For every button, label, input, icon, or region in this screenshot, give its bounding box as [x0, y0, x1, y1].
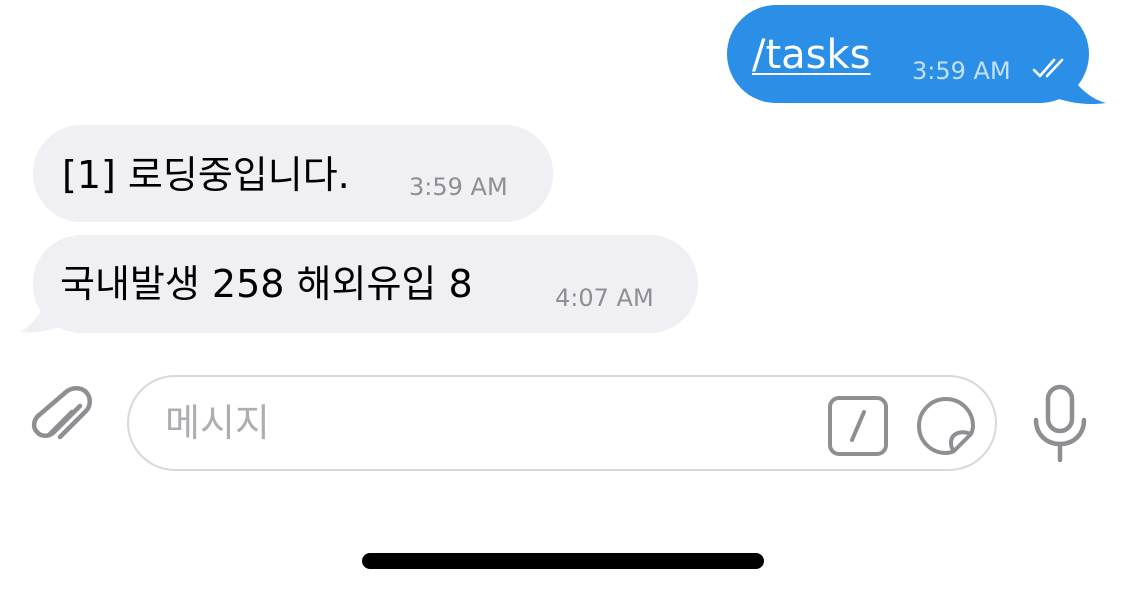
incoming-message-bubble[interactable]: [1] 로딩중입니다. 3:59 AM	[33, 125, 553, 222]
incoming-message-bubble[interactable]: 국내발생 258 해외유입 8 4:07 AM	[33, 235, 698, 333]
slash-command-icon[interactable]	[827, 395, 889, 457]
incoming-message-time: 4:07 AM	[555, 284, 654, 312]
double-check-icon	[1032, 58, 1064, 78]
message-input[interactable]	[165, 395, 765, 451]
incoming-message-time: 3:59 AM	[409, 173, 508, 201]
message-composer[interactable]	[127, 375, 997, 471]
incoming-message-text: 국내발생 258 해외유입 8	[60, 262, 473, 306]
paperclip-icon[interactable]	[30, 384, 96, 458]
outgoing-message-command-link[interactable]: /tasks	[752, 29, 871, 81]
incoming-message-text: [1] 로딩중입니다.	[62, 153, 350, 197]
outgoing-message-time: 3:59 AM	[912, 57, 1011, 85]
home-indicator[interactable]	[362, 553, 764, 569]
sticker-icon[interactable]	[915, 395, 977, 457]
microphone-icon[interactable]	[1030, 384, 1090, 464]
